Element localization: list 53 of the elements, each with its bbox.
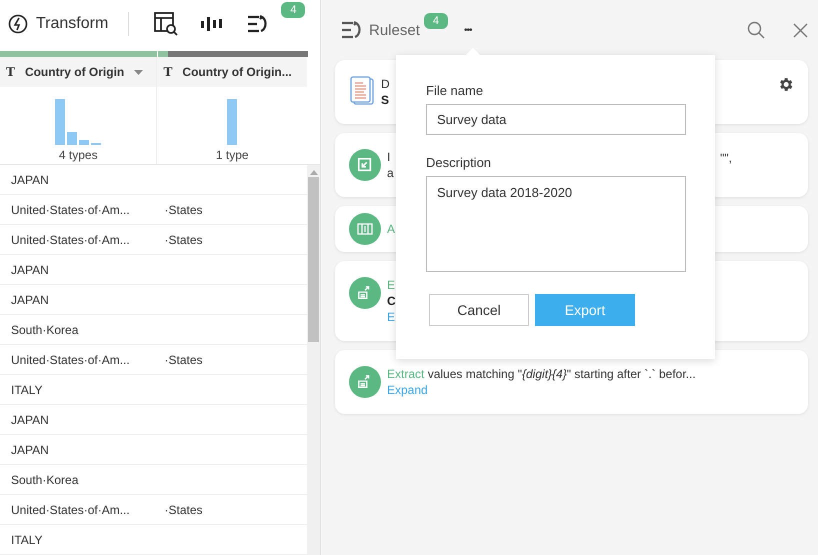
lightning-icon [8, 14, 28, 34]
description-field[interactable]: Survey data 2018-2020 [426, 176, 686, 272]
step-text: a [387, 165, 394, 181]
ruleset-title: Ruleset [369, 22, 420, 38]
step-text: E [387, 277, 396, 293]
step-text: S [381, 92, 390, 108]
step-text: "", [720, 151, 732, 165]
step-text: C [387, 293, 396, 309]
step-text: I [387, 149, 392, 165]
type-count: 1 type [216, 148, 249, 162]
field-label: Description [426, 155, 492, 170]
table-cell-text: JAPAN [10, 262, 50, 276]
type-count: 4 types [58, 148, 98, 162]
table-cell-text: United·States·of·Am... [10, 202, 131, 216]
text-type-icon: T [6, 65, 15, 79]
table-cell-text: South·Korea [10, 472, 80, 486]
table-cell-text: United·States·of·Am... [10, 502, 131, 516]
document-icon [349, 76, 375, 106]
close-icon[interactable] [793, 22, 808, 38]
file-name-field[interactable]: Survey data [426, 104, 686, 135]
step-text: D [381, 76, 390, 92]
table-cell-text: ITALY [10, 532, 44, 546]
table-cell-text: United·States·of·Am... [10, 352, 131, 366]
table-cell-text: JAPAN [10, 412, 50, 426]
search-icon[interactable] [747, 21, 765, 39]
table-cell-text: ·States [164, 202, 204, 216]
column-header[interactable]: Country of Origin [24, 65, 124, 79]
table-cell-text: JAPAN [10, 292, 50, 306]
scrollbar-thumb[interactable] [308, 177, 319, 342]
field-label: File name [426, 83, 484, 98]
histogram-chart [227, 98, 238, 145]
table-cell-text: ·States [164, 502, 204, 516]
count-badge: 4 [424, 13, 448, 29]
histogram-chart [55, 98, 102, 145]
dropdown-icon[interactable] [134, 70, 144, 74]
import-icon [357, 157, 373, 173]
text-type-icon: T [163, 65, 172, 79]
table-cell-text: ·States [164, 232, 204, 246]
table-cell-text: South·Korea [10, 322, 80, 336]
cancel-button[interactable]: Cancel [429, 294, 529, 326]
table-cell-text: ITALY [10, 382, 44, 396]
count-badge: 4 [281, 2, 306, 18]
column-header[interactable]: Country of Origin... [182, 65, 292, 79]
ruleset-icon [341, 20, 363, 40]
table-cell-text: JAPAN [10, 442, 50, 456]
panel-title: Transform [36, 14, 108, 32]
table-cell-text: JAPAN [10, 172, 50, 186]
table-cell-text: ·States [164, 352, 204, 366]
more-button[interactable]: ••• [464, 24, 472, 36]
columns-icon [357, 223, 373, 235]
table-cell-text: United·States·of·Am... [10, 232, 131, 246]
step-description: Extract values matching "{digit}{4}" starting after `.` befor... [387, 366, 696, 382]
step-text: A [387, 221, 396, 237]
